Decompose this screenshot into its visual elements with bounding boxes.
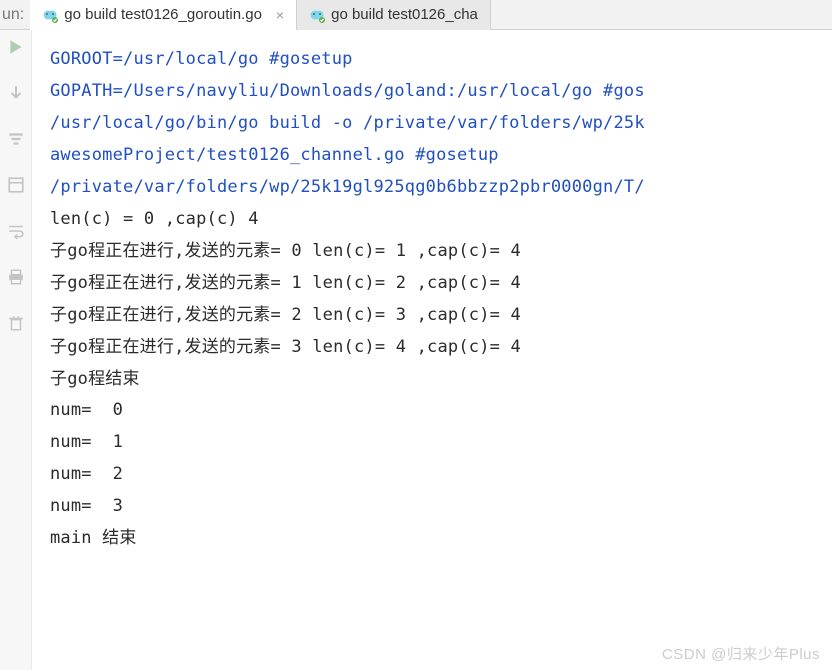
filter-icon[interactable]: [7, 130, 25, 148]
trash-icon[interactable]: [7, 314, 25, 332]
close-icon[interactable]: ×: [276, 7, 284, 23]
layout-icon[interactable]: [7, 176, 25, 194]
console-output-line: 子go程正在进行,发送的元素= 0 len(c)= 1 ,cap(c)= 4: [50, 236, 824, 268]
main-area: GOROOT=/usr/local/go #gosetupGOPATH=/Use…: [0, 30, 832, 670]
tool-gutter: [0, 30, 32, 670]
go-file-icon: [42, 7, 58, 23]
console-output-line: num= 1: [50, 427, 824, 459]
print-icon[interactable]: [7, 268, 25, 286]
down-arrow-icon[interactable]: [7, 84, 25, 102]
console-setup-line: /private/var/folders/wp/25k19gl925qg0b6b…: [50, 172, 824, 204]
console-output-line: len(c) = 0 ,cap(c) 4: [50, 204, 824, 236]
console-output-line: 子go程结束: [50, 364, 824, 396]
run-icon[interactable]: [7, 38, 25, 56]
run-label: un:: [0, 6, 30, 24]
console-setup-line: awesomeProject/test0126_channel.go #gose…: [50, 140, 824, 172]
tab-goroutin[interactable]: go build test0126_goroutin.go ×: [30, 0, 297, 30]
tab-label: go build test0126_cha: [331, 6, 478, 23]
console-output[interactable]: GOROOT=/usr/local/go #gosetupGOPATH=/Use…: [32, 30, 832, 670]
console-output-line: num= 0: [50, 395, 824, 427]
go-file-icon: [309, 7, 325, 23]
console-output-line: 子go程正在进行,发送的元素= 2 len(c)= 3 ,cap(c)= 4: [50, 300, 824, 332]
console-output-line: num= 2: [50, 459, 824, 491]
watermark: CSDN @归来少年Plus: [662, 643, 820, 664]
console-setup-line: /usr/local/go/bin/go build -o /private/v…: [50, 108, 824, 140]
console-output-line: main 结束: [50, 523, 824, 555]
console-setup-line: GOROOT=/usr/local/go #gosetup: [50, 44, 824, 76]
console-output-line: num= 3: [50, 491, 824, 523]
console-output-line: 子go程正在进行,发送的元素= 1 len(c)= 2 ,cap(c)= 4: [50, 268, 824, 300]
console-setup-line: GOPATH=/Users/navyliu/Downloads/goland:/…: [50, 76, 824, 108]
wrap-icon[interactable]: [7, 222, 25, 240]
tabs-container: go build test0126_goroutin.go × go build…: [30, 0, 832, 30]
console-output-line: 子go程正在进行,发送的元素= 3 len(c)= 4 ,cap(c)= 4: [50, 332, 824, 364]
top-bar: un: go build test0126_goroutin.go × go b…: [0, 0, 832, 30]
tab-label: go build test0126_goroutin.go: [64, 6, 262, 23]
tab-channel[interactable]: go build test0126_cha: [297, 0, 491, 30]
